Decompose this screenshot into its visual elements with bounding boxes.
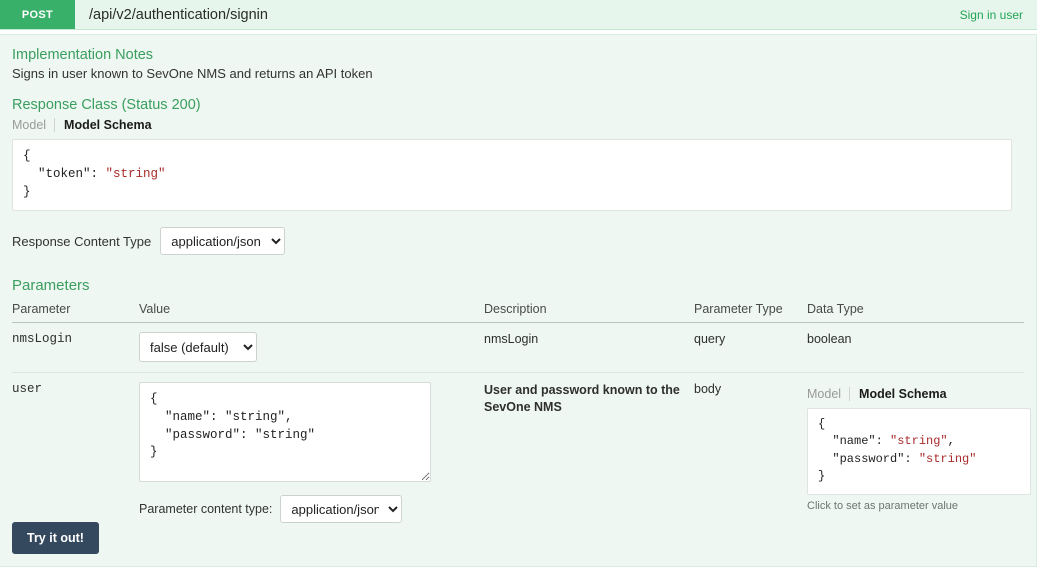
column-header-data-type: Data Type [807, 300, 1024, 323]
response-schema-tabs[interactable]: Model Model Schema [12, 118, 1024, 132]
operation-header[interactable]: POST /api/v2/authentication/signin Sign … [0, 0, 1037, 30]
swagger-operation-page: POST /api/v2/authentication/signin Sign … [0, 0, 1037, 571]
parameter-type-nmslogin: query [694, 322, 807, 373]
response-content-type-row: Response Content Type application/json [12, 227, 1024, 255]
http-method-badge: POST [0, 0, 75, 29]
user-schema-name-value: "string" [890, 434, 948, 449]
response-model-schema-code: { "token": "string" } [12, 139, 1012, 211]
implementation-notes-heading: Implementation Notes [12, 47, 154, 63]
parameter-description-user: User and password known to the SevOne NM… [484, 383, 680, 414]
operation-summary-link[interactable]: Sign in user [960, 8, 1023, 22]
parameter-content-type-row: Parameter content type: application/json [139, 495, 484, 523]
schema-open-brace: { [23, 149, 31, 163]
parameter-description-nmslogin: nmsLogin [484, 322, 694, 373]
operation-path: /api/v2/authentication/signin [89, 6, 268, 23]
parameter-name-nmslogin: nmsLogin [12, 322, 139, 373]
try-it-out-wrap: Try it out! [0, 500, 99, 554]
column-header-description: Description [484, 300, 694, 323]
column-header-parameter: Parameter [12, 300, 139, 323]
parameter-content-type-label: Parameter content type: [139, 502, 273, 516]
user-schema-password-value: "string" [918, 451, 977, 466]
data-type-nmslogin: boolean [807, 322, 1024, 373]
parameter-value-user: Parameter content type: application/json [139, 373, 484, 534]
operation-content: Implementation Notes Signs in user known… [0, 34, 1037, 567]
try-it-out-button[interactable]: Try it out! [12, 522, 99, 554]
parameters-table: Parameter Value Description Parameter Ty… [12, 300, 1031, 534]
user-schema-name-key: "name": [818, 434, 891, 449]
parameters-heading: Parameters [12, 277, 90, 294]
tab-model-user[interactable]: Model [807, 387, 849, 401]
response-content-type-label: Response Content Type [12, 233, 152, 249]
schema-close-brace: } [23, 184, 31, 199]
model-schema-hint: Click to set as parameter value [807, 499, 959, 512]
data-type-user: Model Model Schema { "name": "string", "… [807, 373, 1031, 534]
column-header-value: Value [139, 300, 484, 323]
user-schema-password-key: "password": [818, 451, 919, 466]
operation-actions: Sign in user [960, 0, 1037, 29]
user-model-schema-code[interactable]: { "name": "string", "password": "string"… [807, 408, 1031, 495]
user-schema-tabs[interactable]: Model Model Schema [807, 387, 1024, 401]
parameter-value-nmslogin: false (default) [139, 322, 484, 373]
column-header-parameter-type: Parameter Type [694, 300, 807, 323]
user-body-textarea[interactable] [139, 382, 431, 482]
table-row: nmsLogin false (default) nmsLogin query … [12, 322, 1024, 373]
tab-model-schema[interactable]: Model Schema [54, 118, 160, 132]
parameter-type-user: body [694, 382, 722, 396]
user-schema-comma: , [947, 434, 955, 449]
response-content-type-select[interactable]: application/json [160, 227, 286, 255]
tab-model[interactable]: Model [12, 118, 54, 132]
parameters-header-row: Parameter Value Description Parameter Ty… [12, 300, 1024, 323]
tab-model-schema-user[interactable]: Model Schema [849, 387, 955, 401]
schema-token-value: "string" [105, 166, 166, 181]
implementation-notes-text: Signs in user known to SevOne NMS and re… [12, 66, 373, 81]
parameter-content-type-select[interactable]: application/json [280, 495, 403, 523]
user-schema-line1: { [818, 417, 826, 431]
response-class-heading: Response Class (Status 200) [12, 97, 201, 113]
nmslogin-select[interactable]: false (default) [139, 332, 257, 362]
schema-token-key: "token": [23, 166, 106, 181]
user-schema-line4: } [818, 469, 826, 484]
table-row: user Parameter content type: application… [12, 373, 1031, 534]
